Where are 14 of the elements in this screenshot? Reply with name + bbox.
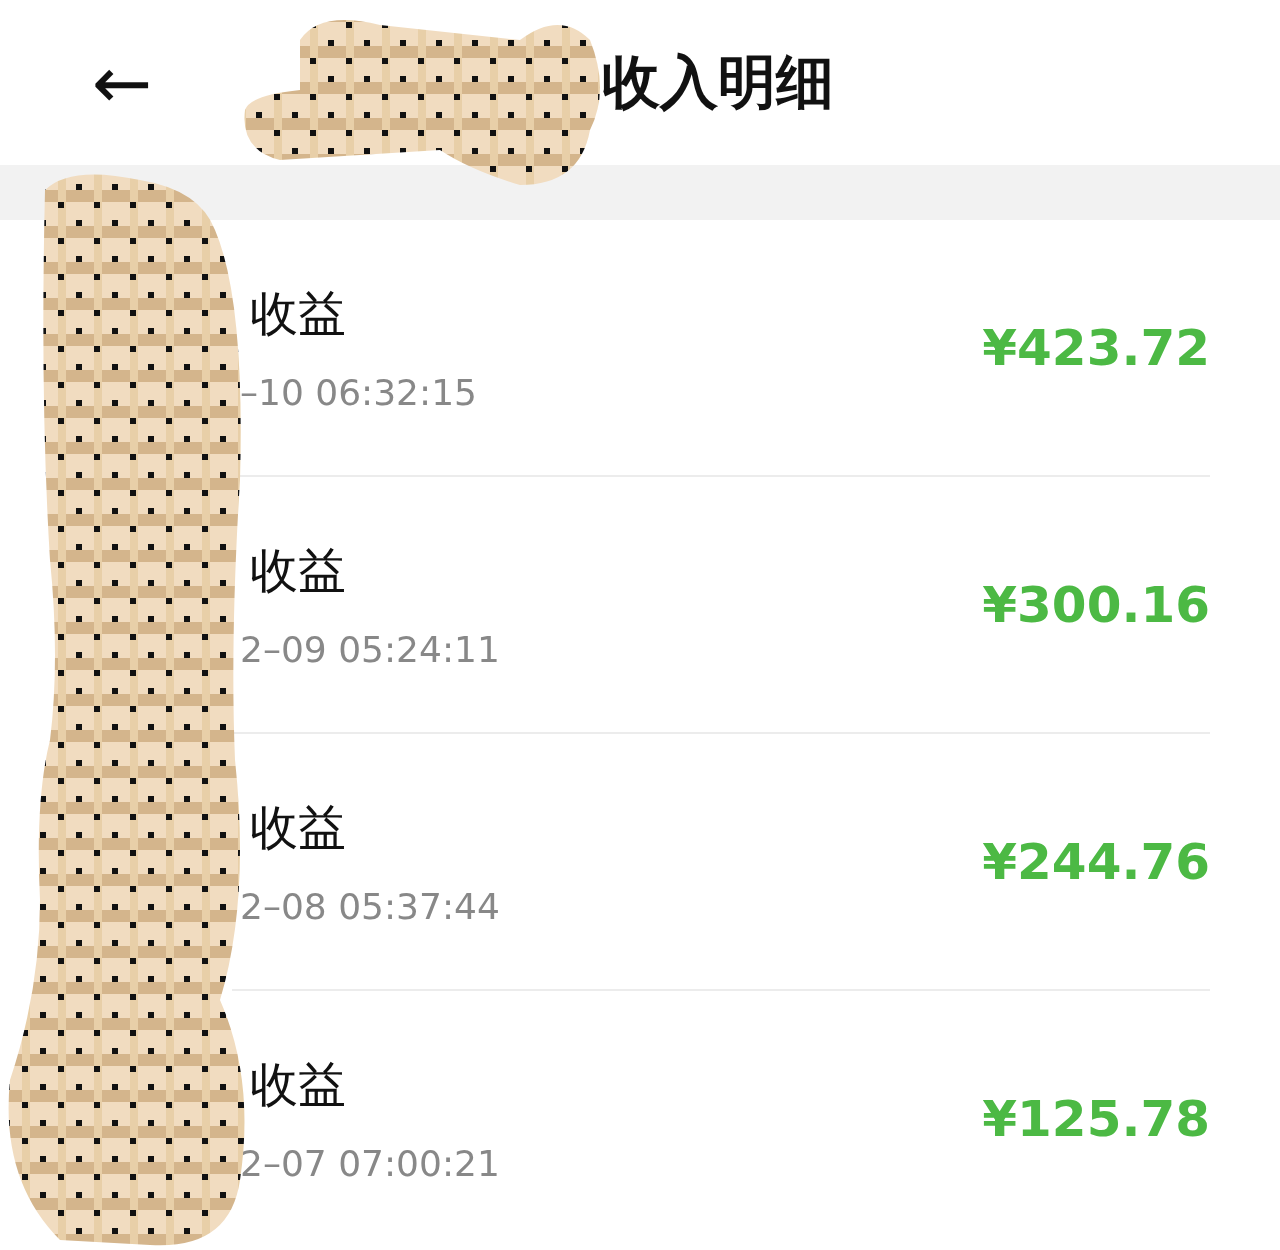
record-title: 收益 [249, 798, 347, 857]
record-amount: ¥300.16 [982, 575, 1210, 634]
page-title: 收入明细 [602, 46, 835, 118]
record-time: 2–07 07:00:21 [239, 1143, 500, 1184]
record-time: 2–09 05:24:11 [239, 629, 500, 670]
record-time: –10 06:32:15 [239, 372, 477, 413]
record-title: 收益 [249, 1055, 347, 1114]
record-title: 收益 [249, 541, 347, 600]
back-button[interactable]: ← [92, 46, 153, 119]
record-amount: ¥423.72 [982, 318, 1210, 377]
record-amount: ¥244.76 [982, 832, 1210, 891]
record-time: 2–08 05:37:44 [239, 886, 500, 927]
record-title: 收益 [249, 284, 347, 343]
record-amount: ¥125.78 [982, 1089, 1210, 1148]
